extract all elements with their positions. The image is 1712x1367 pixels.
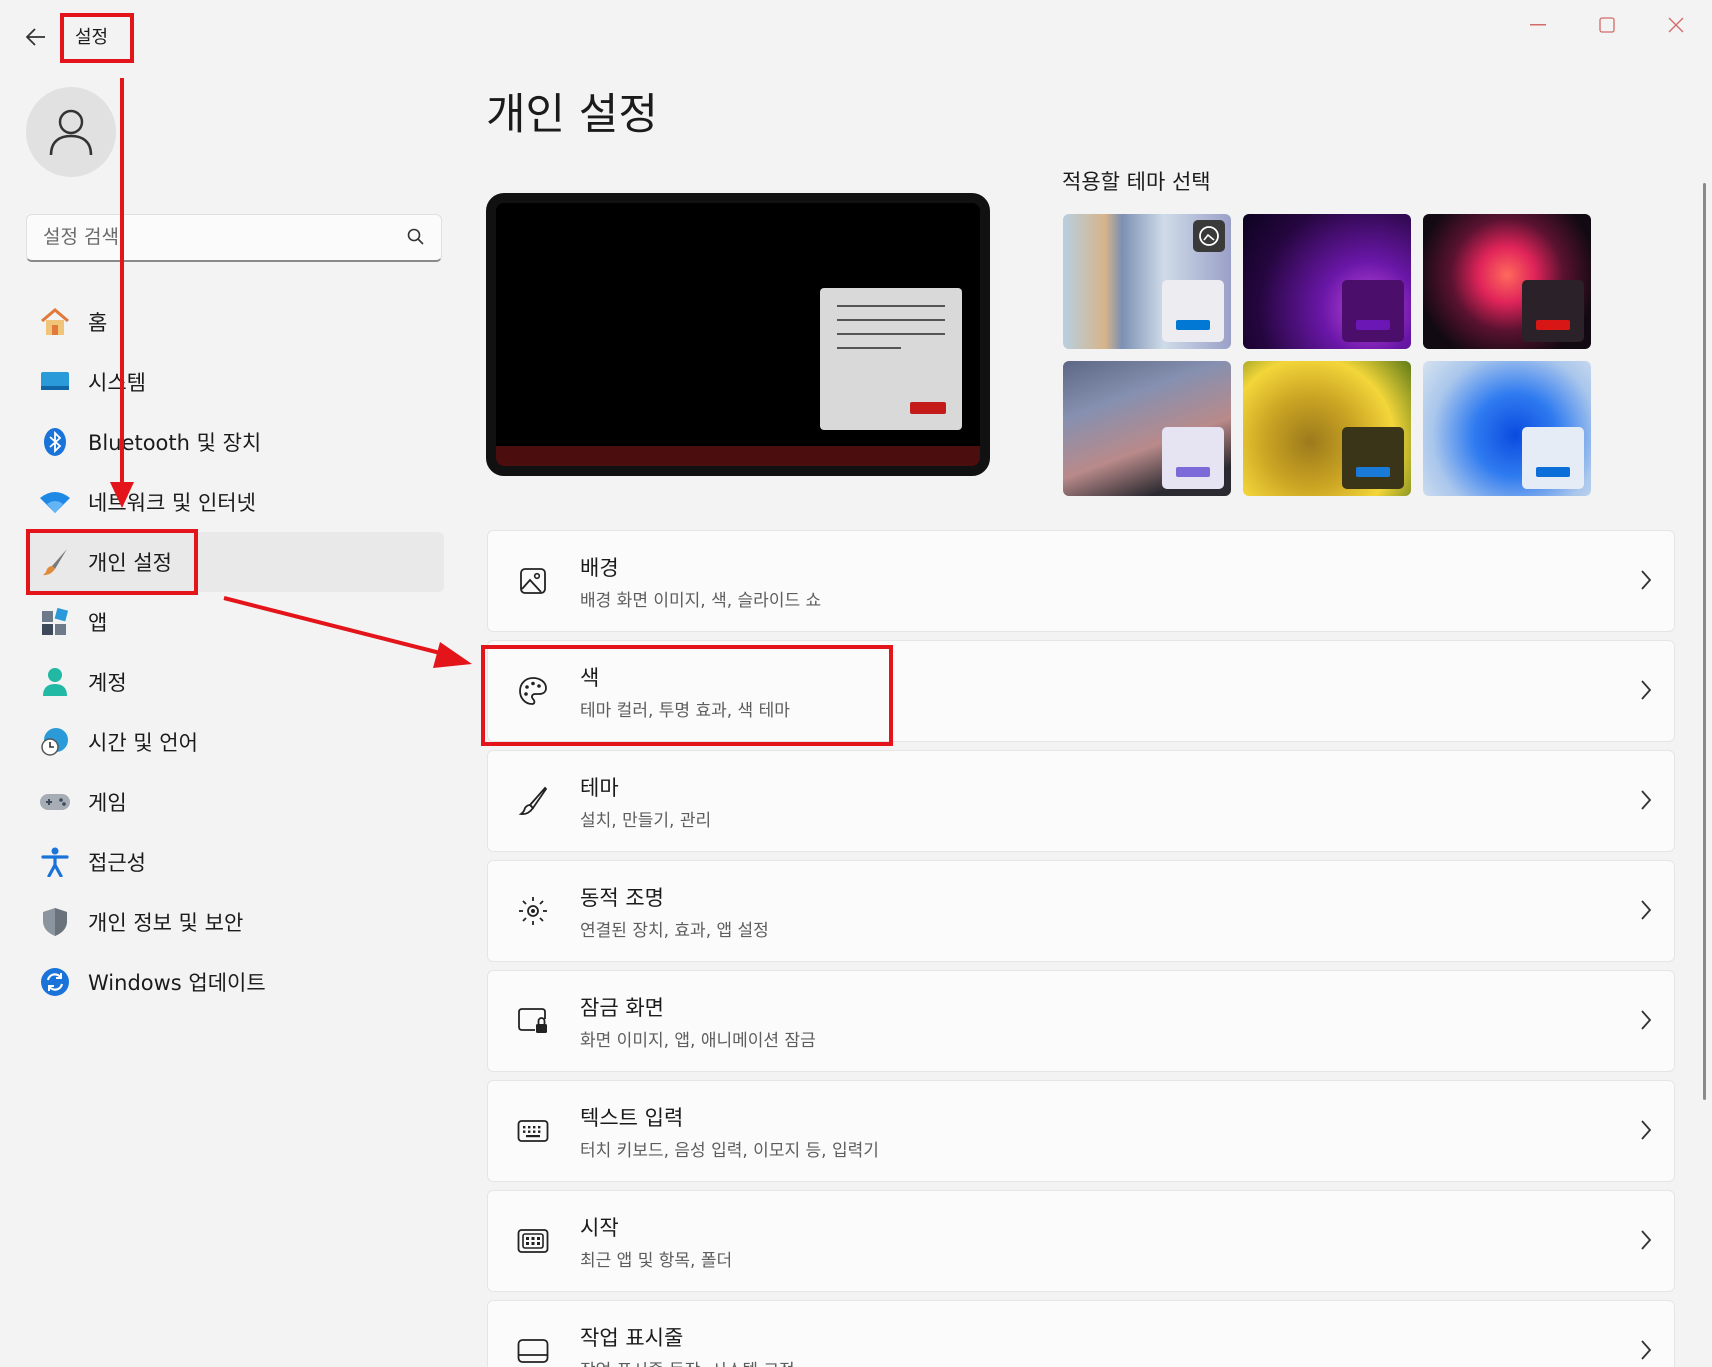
annotation-arrows: [110, 78, 472, 668]
